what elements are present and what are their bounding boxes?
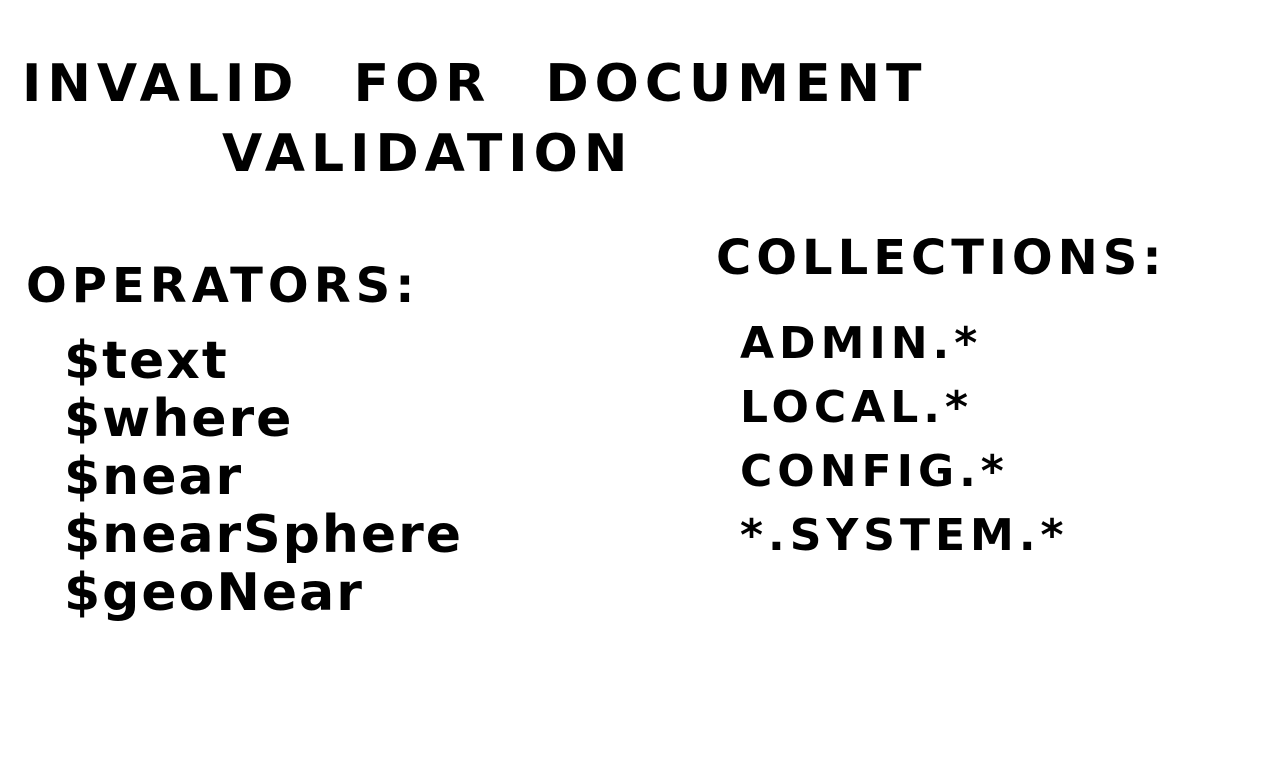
operators-list: $text $where $near $nearSphere $geoNear: [64, 332, 463, 622]
collection-item: CONFIG.*: [740, 446, 1009, 497]
whiteboard-note: { "title": { "line1": "INVALID FOR DOCUM…: [0, 0, 1280, 778]
operators-heading: OPERATORS:: [26, 258, 420, 314]
operator-item: $near: [64, 447, 244, 507]
collection-item: *.SYSTEM.*: [740, 510, 1069, 561]
operator-item: $geoNear: [64, 563, 364, 623]
collection-item: ADMIN.*: [740, 318, 983, 369]
operator-item: $where: [64, 389, 294, 449]
collection-item: LOCAL.*: [740, 382, 973, 433]
title-line-2: VALIDATION: [222, 124, 634, 184]
title-line-1: INVALID FOR DOCUMENT: [22, 54, 928, 114]
operator-item: $nearSphere: [64, 505, 464, 565]
collections-heading: COLLECTIONS:: [716, 230, 1167, 286]
collections-list: ADMIN.* LOCAL.* CONFIG.* *.SYSTEM.*: [740, 312, 1069, 568]
operator-item: $text: [64, 331, 229, 391]
